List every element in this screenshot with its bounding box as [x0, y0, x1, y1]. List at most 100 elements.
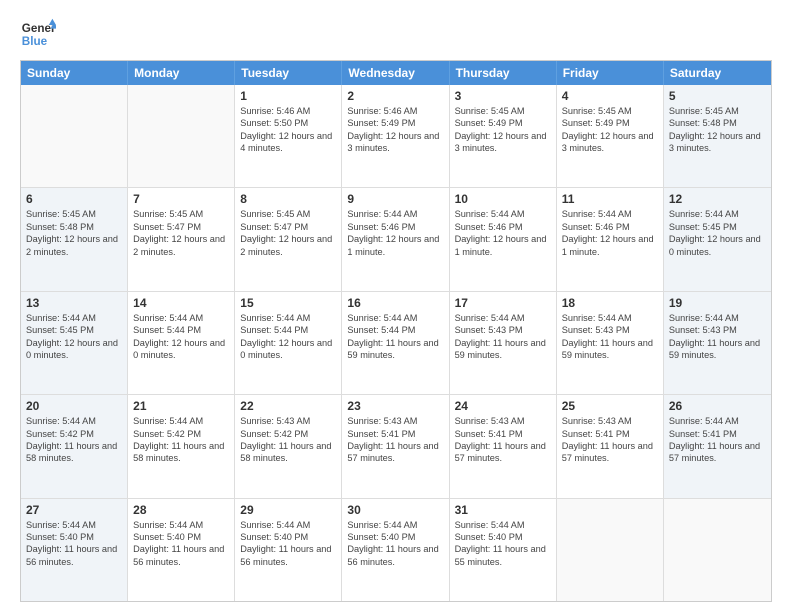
- day-number: 5: [669, 89, 766, 103]
- day-number: 27: [26, 503, 122, 517]
- day-number: 15: [240, 296, 336, 310]
- calendar-cell: 8 Sunrise: 5:45 AM Sunset: 5:47 PM Daylig…: [235, 188, 342, 290]
- calendar-cell: 29 Sunrise: 5:44 AM Sunset: 5:40 PM Dayli…: [235, 499, 342, 601]
- day-number: 20: [26, 399, 122, 413]
- calendar-header-cell: Thursday: [450, 61, 557, 85]
- day-info: Sunrise: 5:43 AM Sunset: 5:42 PM Dayligh…: [240, 415, 336, 465]
- day-info: Sunrise: 5:44 AM Sunset: 5:43 PM Dayligh…: [455, 312, 551, 362]
- day-number: 31: [455, 503, 551, 517]
- calendar-cell: 18 Sunrise: 5:44 AM Sunset: 5:43 PM Dayli…: [557, 292, 664, 394]
- calendar-week: 27 Sunrise: 5:44 AM Sunset: 5:40 PM Dayli…: [21, 499, 771, 601]
- day-info: Sunrise: 5:44 AM Sunset: 5:45 PM Dayligh…: [669, 208, 766, 258]
- page: General Blue SundayMondayTuesdayWednesda…: [0, 0, 792, 612]
- day-number: 29: [240, 503, 336, 517]
- day-number: 25: [562, 399, 658, 413]
- calendar-cell: 3 Sunrise: 5:45 AM Sunset: 5:49 PM Daylig…: [450, 85, 557, 187]
- calendar-cell: 7 Sunrise: 5:45 AM Sunset: 5:47 PM Daylig…: [128, 188, 235, 290]
- calendar-cell: 21 Sunrise: 5:44 AM Sunset: 5:42 PM Dayli…: [128, 395, 235, 497]
- day-number: 1: [240, 89, 336, 103]
- day-info: Sunrise: 5:44 AM Sunset: 5:42 PM Dayligh…: [133, 415, 229, 465]
- calendar-cell: 23 Sunrise: 5:43 AM Sunset: 5:41 PM Dayli…: [342, 395, 449, 497]
- calendar: SundayMondayTuesdayWednesdayThursdayFrid…: [20, 60, 772, 602]
- calendar-cell: [664, 499, 771, 601]
- calendar-cell: [128, 85, 235, 187]
- calendar-cell: 13 Sunrise: 5:44 AM Sunset: 5:45 PM Dayli…: [21, 292, 128, 394]
- calendar-cell: 5 Sunrise: 5:45 AM Sunset: 5:48 PM Daylig…: [664, 85, 771, 187]
- logo-icon: General Blue: [20, 16, 56, 52]
- day-info: Sunrise: 5:44 AM Sunset: 5:42 PM Dayligh…: [26, 415, 122, 465]
- calendar-cell: 2Sunrise: 5:46 AM Sunset: 5:49 PM Daylig…: [342, 85, 449, 187]
- calendar-cell: [557, 499, 664, 601]
- calendar-cell: 16Sunrise: 5:44 AM Sunset: 5:44 PM Dayli…: [342, 292, 449, 394]
- day-number: 14: [133, 296, 229, 310]
- day-info: Sunrise: 5:45 AM Sunset: 5:48 PM Dayligh…: [669, 105, 766, 155]
- day-info: Sunrise: 5:44 AM Sunset: 5:46 PM Dayligh…: [347, 208, 443, 258]
- day-info: Sunrise: 5:44 AM Sunset: 5:40 PM Dayligh…: [455, 519, 551, 569]
- day-info: Sunrise: 5:45 AM Sunset: 5:49 PM Dayligh…: [455, 105, 551, 155]
- calendar-body: 1 Sunrise: 5:46 AM Sunset: 5:50 PM Daylig…: [21, 85, 771, 601]
- day-info: Sunrise: 5:46 AM Sunset: 5:50 PM Dayligh…: [240, 105, 336, 155]
- day-info: Sunrise: 5:44 AM Sunset: 5:43 PM Dayligh…: [669, 312, 766, 362]
- day-info: Sunrise: 5:43 AM Sunset: 5:41 PM Dayligh…: [455, 415, 551, 465]
- calendar-cell: 11 Sunrise: 5:44 AM Sunset: 5:46 PM Dayli…: [557, 188, 664, 290]
- day-info: Sunrise: 5:45 AM Sunset: 5:47 PM Dayligh…: [240, 208, 336, 258]
- day-info: Sunrise: 5:44 AM Sunset: 5:44 PM Dayligh…: [240, 312, 336, 362]
- day-number: 10: [455, 192, 551, 206]
- calendar-header-cell: Friday: [557, 61, 664, 85]
- calendar-cell: 24 Sunrise: 5:43 AM Sunset: 5:41 PM Dayli…: [450, 395, 557, 497]
- calendar-cell: 26Sunrise: 5:44 AM Sunset: 5:41 PM Dayli…: [664, 395, 771, 497]
- day-info: Sunrise: 5:45 AM Sunset: 5:49 PM Dayligh…: [562, 105, 658, 155]
- day-info: Sunrise: 5:44 AM Sunset: 5:43 PM Dayligh…: [562, 312, 658, 362]
- day-number: 19: [669, 296, 766, 310]
- day-info: Sunrise: 5:44 AM Sunset: 5:41 PM Dayligh…: [669, 415, 766, 465]
- day-number: 24: [455, 399, 551, 413]
- logo: General Blue: [20, 16, 56, 52]
- calendar-week: 6Sunrise: 5:45 AM Sunset: 5:48 PM Daylig…: [21, 188, 771, 291]
- calendar-cell: 28 Sunrise: 5:44 AM Sunset: 5:40 PM Dayli…: [128, 499, 235, 601]
- day-info: Sunrise: 5:44 AM Sunset: 5:46 PM Dayligh…: [562, 208, 658, 258]
- day-number: 12: [669, 192, 766, 206]
- calendar-week: 1 Sunrise: 5:46 AM Sunset: 5:50 PM Daylig…: [21, 85, 771, 188]
- day-number: 8: [240, 192, 336, 206]
- day-number: 18: [562, 296, 658, 310]
- day-number: 3: [455, 89, 551, 103]
- header: General Blue: [20, 16, 772, 52]
- day-info: Sunrise: 5:43 AM Sunset: 5:41 PM Dayligh…: [347, 415, 443, 465]
- calendar-header-cell: Sunday: [21, 61, 128, 85]
- calendar-cell: 22 Sunrise: 5:43 AM Sunset: 5:42 PM Dayli…: [235, 395, 342, 497]
- day-info: Sunrise: 5:44 AM Sunset: 5:40 PM Dayligh…: [240, 519, 336, 569]
- day-number: 11: [562, 192, 658, 206]
- day-number: 17: [455, 296, 551, 310]
- calendar-header-cell: Wednesday: [342, 61, 449, 85]
- day-number: 22: [240, 399, 336, 413]
- calendar-header-cell: Saturday: [664, 61, 771, 85]
- day-info: Sunrise: 5:44 AM Sunset: 5:40 PM Dayligh…: [26, 519, 122, 569]
- day-info: Sunrise: 5:44 AM Sunset: 5:46 PM Dayligh…: [455, 208, 551, 258]
- calendar-cell: 9 Sunrise: 5:44 AM Sunset: 5:46 PM Daylig…: [342, 188, 449, 290]
- calendar-cell: 12 Sunrise: 5:44 AM Sunset: 5:45 PM Dayli…: [664, 188, 771, 290]
- day-number: 9: [347, 192, 443, 206]
- calendar-cell: 30Sunrise: 5:44 AM Sunset: 5:40 PM Dayli…: [342, 499, 449, 601]
- day-info: Sunrise: 5:44 AM Sunset: 5:45 PM Dayligh…: [26, 312, 122, 362]
- day-number: 7: [133, 192, 229, 206]
- calendar-cell: 17 Sunrise: 5:44 AM Sunset: 5:43 PM Dayli…: [450, 292, 557, 394]
- day-info: Sunrise: 5:45 AM Sunset: 5:47 PM Dayligh…: [133, 208, 229, 258]
- calendar-cell: 10 Sunrise: 5:44 AM Sunset: 5:46 PM Dayli…: [450, 188, 557, 290]
- day-info: Sunrise: 5:44 AM Sunset: 5:44 PM Dayligh…: [347, 312, 443, 362]
- calendar-week: 20 Sunrise: 5:44 AM Sunset: 5:42 PM Dayli…: [21, 395, 771, 498]
- day-number: 23: [347, 399, 443, 413]
- day-number: 21: [133, 399, 229, 413]
- day-info: Sunrise: 5:43 AM Sunset: 5:41 PM Dayligh…: [562, 415, 658, 465]
- calendar-cell: [21, 85, 128, 187]
- calendar-cell: 1 Sunrise: 5:46 AM Sunset: 5:50 PM Daylig…: [235, 85, 342, 187]
- day-number: 13: [26, 296, 122, 310]
- calendar-header-cell: Tuesday: [235, 61, 342, 85]
- calendar-cell: 20 Sunrise: 5:44 AM Sunset: 5:42 PM Dayli…: [21, 395, 128, 497]
- calendar-cell: 4Sunrise: 5:45 AM Sunset: 5:49 PM Daylig…: [557, 85, 664, 187]
- day-info: Sunrise: 5:44 AM Sunset: 5:40 PM Dayligh…: [133, 519, 229, 569]
- day-number: 30: [347, 503, 443, 517]
- day-info: Sunrise: 5:44 AM Sunset: 5:44 PM Dayligh…: [133, 312, 229, 362]
- calendar-cell: 6Sunrise: 5:45 AM Sunset: 5:48 PM Daylig…: [21, 188, 128, 290]
- day-info: Sunrise: 5:46 AM Sunset: 5:49 PM Dayligh…: [347, 105, 443, 155]
- day-number: 28: [133, 503, 229, 517]
